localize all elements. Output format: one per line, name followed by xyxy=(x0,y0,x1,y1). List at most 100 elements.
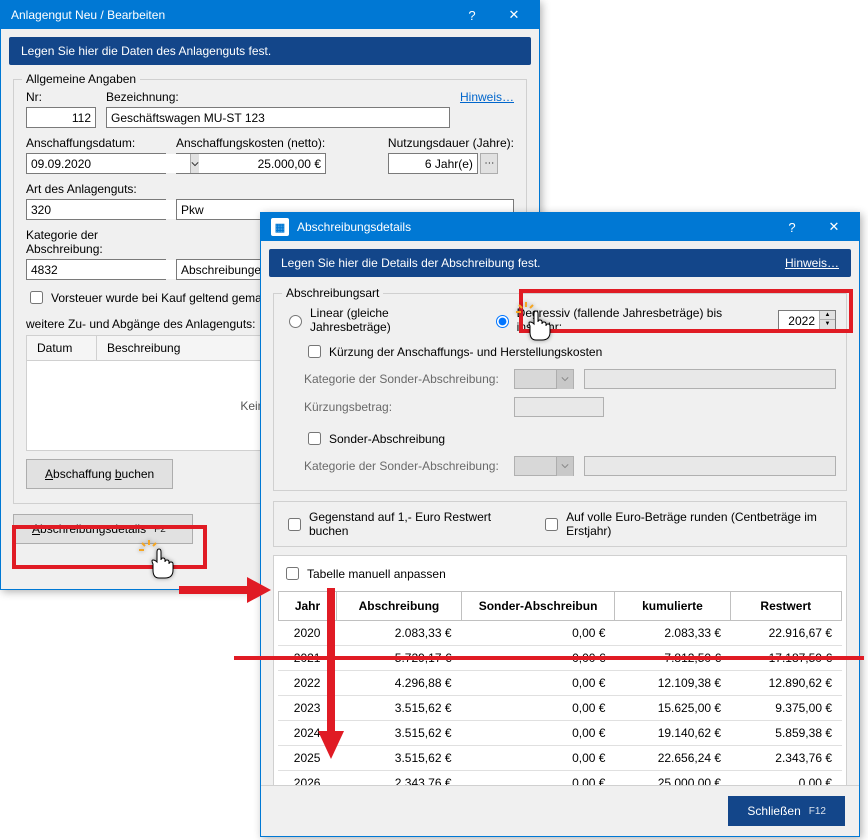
table-row[interactable]: 20233.515,62 €0,00 €15.625,00 €9.375,00 … xyxy=(278,696,842,721)
cell-jahr: 2023 xyxy=(278,696,336,720)
kat-sonder-label: Kategorie der Sonder-Abschreibung: xyxy=(304,372,504,386)
cell-restwert: 9.375,00 € xyxy=(731,696,842,720)
kuerz-betrag-input xyxy=(514,397,604,417)
cell-abschreibung: 5.729,17 € xyxy=(336,646,461,670)
runden-checkbox[interactable]: Auf volle Euro-Beträge runden (Centbeträ… xyxy=(541,510,836,538)
grid-body: 20202.083,33 €0,00 €2.083,33 €22.916,67 … xyxy=(278,621,842,795)
cell-abschreibung: 3.515,62 € xyxy=(336,696,461,720)
cell-sonder: 0,00 € xyxy=(462,621,616,645)
cell-jahr: 2022 xyxy=(278,671,336,695)
anschaffdat-input[interactable] xyxy=(26,153,166,174)
table-row[interactable]: 20224.296,88 €0,00 €12.109,38 €12.890,62… xyxy=(278,671,842,696)
app-icon: ▦ xyxy=(271,218,289,236)
dots-button[interactable]: ⋯ xyxy=(480,153,498,174)
cell-sonder: 0,00 € xyxy=(462,671,616,695)
hinweis-link[interactable]: Hinweis… xyxy=(460,90,514,104)
cell-abschreibung: 3.515,62 € xyxy=(336,746,461,770)
kosten-label: Anschaffungskosten (netto): xyxy=(176,136,326,150)
cell-jahr: 2025 xyxy=(278,746,336,770)
bezeichnung-label: Bezeichnung: xyxy=(106,90,450,104)
nr-input[interactable] xyxy=(26,107,96,128)
cell-kumulierte: 2.083,33 € xyxy=(615,621,731,645)
kat-label: Kategorie der Abschreibung: xyxy=(26,228,166,256)
hinweis-link[interactable]: Hinweis… xyxy=(785,256,839,270)
cell-jahr: 2020 xyxy=(278,621,336,645)
depreciation-table: Tabelle manuell anpassen Jahr Abschreibu… xyxy=(273,555,847,804)
fieldset-abschreibungsart: Abschreibungsart Linear (gleiche Jahresb… xyxy=(273,293,847,491)
cell-restwert: 12.890,62 € xyxy=(731,671,842,695)
chevron-down-icon xyxy=(556,370,573,389)
instruction-banner: Legen Sie hier die Daten des Anlagenguts… xyxy=(9,37,531,65)
window-title: Abschreibungsdetails xyxy=(297,220,771,234)
kat-sonder-label2: Kategorie der Sonder-Abschreibung: xyxy=(304,459,504,473)
anschaffdat-label: Anschaffungsdatum: xyxy=(26,136,166,150)
chevron-down-icon[interactable] xyxy=(190,154,199,173)
art-code-select[interactable] xyxy=(26,199,166,220)
kat-sonder-select xyxy=(514,369,574,389)
cell-sonder: 0,00 € xyxy=(462,721,616,745)
abschreibungsdetails-button[interactable]: Abschreibungsdetails F2 xyxy=(13,514,193,544)
cell-abschreibung: 3.515,62 € xyxy=(336,721,461,745)
schliessen-button[interactable]: Schließen F12 xyxy=(728,796,845,826)
cell-restwert: 22.916,67 € xyxy=(731,621,842,645)
table-row[interactable]: 20215.729,17 €0,00 €7.812,50 €17.187,50 … xyxy=(278,646,842,671)
cell-abschreibung: 4.296,88 € xyxy=(336,671,461,695)
cell-jahr: 2021 xyxy=(278,646,336,670)
degressiv-year-spinner[interactable]: ▲ ▼ xyxy=(778,310,836,331)
close-button[interactable]: ✕ xyxy=(813,213,855,241)
th-jahr[interactable]: Jahr xyxy=(279,592,337,620)
th-kumulierte[interactable]: kumulierte xyxy=(615,592,730,620)
nutz-label: Nutzungsdauer (Jahre): xyxy=(388,136,514,150)
kuerz-betrag-label: Kürzungsbetrag: xyxy=(304,400,504,414)
options-box: Gegenstand auf 1,- Euro Restwert buchen … xyxy=(273,501,847,547)
cell-sonder: 0,00 € xyxy=(462,646,616,670)
cell-restwert: 5.859,38 € xyxy=(731,721,842,745)
cell-kumulierte: 12.109,38 € xyxy=(615,671,731,695)
instruction-banner: Legen Sie hier die Details der Abschreib… xyxy=(269,249,851,277)
nr-label: Nr: xyxy=(26,90,96,104)
cell-abschreibung: 2.083,33 € xyxy=(336,621,461,645)
fieldset-legend: Allgemeine Angaben xyxy=(22,72,140,86)
table-row[interactable]: 20202.083,33 €0,00 €2.083,33 €22.916,67 … xyxy=(278,621,842,646)
art-label: Art des Anlagenguts: xyxy=(26,182,166,196)
close-button[interactable]: ✕ xyxy=(493,1,535,29)
nutz-input[interactable] xyxy=(388,153,478,174)
kat-sonder-text2 xyxy=(584,456,836,476)
cell-kumulierte: 19.140,62 € xyxy=(615,721,731,745)
titlebar[interactable]: Anlagengut Neu / Bearbeiten ? ✕ xyxy=(1,1,539,29)
cell-jahr: 2024 xyxy=(278,721,336,745)
cell-kumulierte: 15.625,00 € xyxy=(615,696,731,720)
cell-sonder: 0,00 € xyxy=(462,746,616,770)
th-sonder[interactable]: Sonder-Abschreibun xyxy=(462,592,615,620)
kat-sonder-text xyxy=(584,369,836,389)
kuerzung-checkbox[interactable]: Kürzung der Anschaffungs- und Herstellun… xyxy=(304,342,836,361)
radio-degressiv[interactable]: Degressiv (fallende Jahresbeträge) bis i… xyxy=(491,306,738,334)
th-restwert[interactable]: Restwert xyxy=(731,592,841,620)
bezeichnung-input[interactable] xyxy=(106,107,450,128)
cell-restwert: 17.187,50 € xyxy=(731,646,842,670)
titlebar[interactable]: ▦ Abschreibungsdetails ? ✕ xyxy=(261,213,859,241)
kat-code-select[interactable] xyxy=(26,259,166,280)
table-row[interactable]: 20243.515,62 €0,00 €19.140,62 €5.859,38 … xyxy=(278,721,842,746)
window-title: Anlagengut Neu / Bearbeiten xyxy=(11,8,451,22)
th-datum[interactable]: Datum xyxy=(27,336,97,360)
art-legend: Abschreibungsart xyxy=(282,286,383,300)
radio-linear[interactable]: Linear (gleiche Jahresbeträge) xyxy=(284,306,451,334)
kat-sonder-select2 xyxy=(514,456,574,476)
table-row[interactable]: 20253.515,62 €0,00 €22.656,24 €2.343,76 … xyxy=(278,746,842,771)
help-button[interactable]: ? xyxy=(451,1,493,29)
restwert-checkbox[interactable]: Gegenstand auf 1,- Euro Restwert buchen xyxy=(284,510,511,538)
manuell-checkbox[interactable]: Tabelle manuell anpassen xyxy=(282,564,842,583)
cell-kumulierte: 22.656,24 € xyxy=(615,746,731,770)
spinner-up-icon[interactable]: ▲ xyxy=(820,311,835,320)
cell-kumulierte: 7.812,50 € xyxy=(615,646,731,670)
spinner-down-icon[interactable]: ▼ xyxy=(820,320,835,329)
window-abschreibungsdetails: ▦ Abschreibungsdetails ? ✕ Legen Sie hie… xyxy=(260,212,860,837)
abschaffung-button[interactable]: Abschaffung buchen xyxy=(26,459,173,489)
cell-sonder: 0,00 € xyxy=(462,696,616,720)
help-button[interactable]: ? xyxy=(771,213,813,241)
cell-restwert: 2.343,76 € xyxy=(731,746,842,770)
grid-header: Jahr Abschreibung Sonder-Abschreibun kum… xyxy=(278,591,842,621)
sonder-checkbox[interactable]: Sonder-Abschreibung xyxy=(304,429,836,448)
th-abschreibung[interactable]: Abschreibung xyxy=(337,592,462,620)
